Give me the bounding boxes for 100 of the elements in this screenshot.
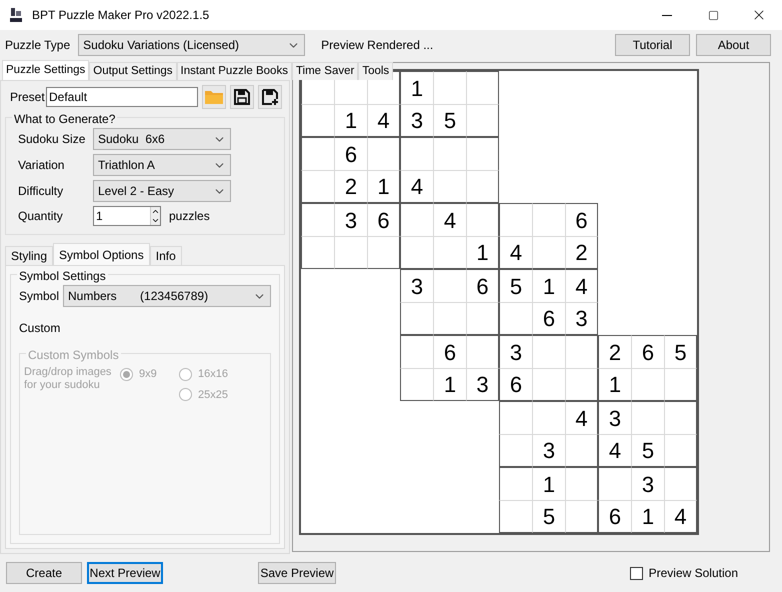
sudoku-cell [433, 236, 466, 269]
puzzle-type-label: Puzzle Type [5, 37, 70, 54]
app-logo-icon [8, 7, 24, 23]
quantity-unit: puzzles [169, 208, 210, 225]
sudoku-cell [532, 335, 565, 368]
sudoku-cell [499, 302, 532, 335]
sudoku-cell: 5 [499, 269, 532, 302]
spin-up-icon[interactable] [151, 207, 160, 216]
sudoku-cell: 4 [499, 236, 532, 269]
sudoku-cell [400, 137, 433, 170]
sudoku-cell [466, 203, 499, 236]
sudoku-cell [565, 434, 598, 467]
field-label: Sudoku Size [18, 131, 86, 148]
sudoku-cell [499, 401, 532, 434]
sudoku-cell [532, 236, 565, 269]
sudoku-cell: 6 [499, 368, 532, 401]
custom-label: Custom [19, 320, 62, 337]
sudoku-cell [433, 269, 466, 302]
save-preview-button[interactable]: Save Preview [258, 562, 336, 584]
sudoku-cell [466, 302, 499, 335]
tab[interactable]: Instant Puzzle Books [176, 62, 292, 80]
drag-drop-hint: Drag/drop images for your sudoku [24, 366, 112, 393]
sudoku-cell [301, 170, 334, 203]
sudoku-cell [367, 137, 400, 170]
sudoku-cell: 4 [664, 500, 697, 533]
sudoku-cell [334, 236, 367, 269]
tab[interactable]: Styling [5, 246, 54, 265]
tab[interactable]: Puzzle Settings [2, 60, 90, 80]
spin-down-icon[interactable] [151, 216, 160, 225]
sudoku-cell: 4 [598, 434, 631, 467]
sudoku-cell: 4 [367, 104, 400, 137]
sudoku-cell: 3 [466, 368, 499, 401]
sudoku-cell [433, 170, 466, 203]
sudoku-cell: 5 [433, 104, 466, 137]
option-dropdown[interactable]: Triathlon A [93, 154, 231, 176]
sudoku-cell: 5 [631, 434, 664, 467]
sudoku-cell: 1 [334, 104, 367, 137]
option-dropdown[interactable]: Sudoku 6x6 [93, 128, 231, 150]
sudoku-cell: 6 [565, 203, 598, 236]
action-button[interactable]: Next Preview [87, 562, 163, 584]
window-title: BPT Puzzle Maker Pro v2022.1.5 [32, 7, 210, 24]
sudoku-cell: 5 [664, 335, 697, 368]
sudoku-cell: 3 [499, 335, 532, 368]
sudoku-cell: 5 [532, 500, 565, 533]
option-dropdown[interactable]: Level 2 - Easy [93, 180, 231, 202]
save-button[interactable] [230, 85, 254, 109]
sudoku-cell: 1 [598, 368, 631, 401]
toolbar-button[interactable]: Tutorial [615, 34, 690, 56]
sudoku-cell: 4 [433, 203, 466, 236]
minimize-icon [662, 14, 672, 16]
maximize-icon [708, 10, 718, 20]
sudoku-cell: 4 [400, 170, 433, 203]
sudoku-cell [301, 104, 334, 137]
sudoku-cell [400, 335, 433, 368]
quantity-spinner[interactable]: 1 [93, 206, 161, 226]
sudoku-cell: 6 [532, 302, 565, 335]
sudoku-cell [532, 203, 565, 236]
sudoku-cell [565, 467, 598, 500]
sudoku-cell: 3 [532, 434, 565, 467]
sudoku-cell: 4 [565, 269, 598, 302]
puzzle-type-dropdown[interactable]: Sudoku Variations (Licensed) [78, 34, 306, 56]
tab[interactable]: Symbol Options [53, 243, 150, 265]
sudoku-cell: 1 [433, 368, 466, 401]
sudoku-cell [598, 467, 631, 500]
sudoku-cell [565, 368, 598, 401]
sudoku-cell: 1 [631, 500, 664, 533]
sudoku-cell [367, 236, 400, 269]
sudoku-cell [631, 401, 664, 434]
preview-solution-checkbox[interactable]: Preview Solution [630, 564, 738, 582]
tab[interactable]: Time Saver [292, 62, 358, 80]
tab[interactable]: Tools [358, 62, 394, 80]
sudoku-cell [532, 368, 565, 401]
sudoku-cell [466, 335, 499, 368]
field-label: Quantity [18, 208, 64, 225]
sudoku-cell [466, 104, 499, 137]
sudoku-cell [631, 368, 664, 401]
sudoku-cell [433, 302, 466, 335]
sudoku-cell: 2 [565, 236, 598, 269]
preset-field[interactable]: Default [46, 87, 198, 107]
symbol-label: Symbol [19, 288, 59, 305]
tab[interactable]: Info [150, 246, 182, 265]
sudoku-cell [433, 137, 466, 170]
field-label: Difficulty [18, 183, 64, 200]
sudoku-cell: 1 [532, 269, 565, 302]
sudoku-cell [565, 500, 598, 533]
action-button[interactable]: Create [6, 562, 82, 584]
sudoku-cell: 1 [466, 236, 499, 269]
sudoku-cell [400, 368, 433, 401]
sudoku-cell: 3 [598, 401, 631, 434]
sudoku-cell: 3 [631, 467, 664, 500]
sudoku-cell [499, 500, 532, 533]
sudoku-cell [466, 137, 499, 170]
tab[interactable]: Output Settings [89, 62, 177, 80]
save-as-button[interactable] [258, 85, 282, 109]
sudoku-cell [301, 236, 334, 269]
floppy-disk-plus-icon [261, 88, 279, 106]
sudoku-cell [532, 401, 565, 434]
sudoku-cell [499, 467, 532, 500]
symbol-dropdown[interactable]: Numbers (123456789) [63, 285, 271, 307]
toolbar-button[interactable]: About [696, 34, 771, 56]
